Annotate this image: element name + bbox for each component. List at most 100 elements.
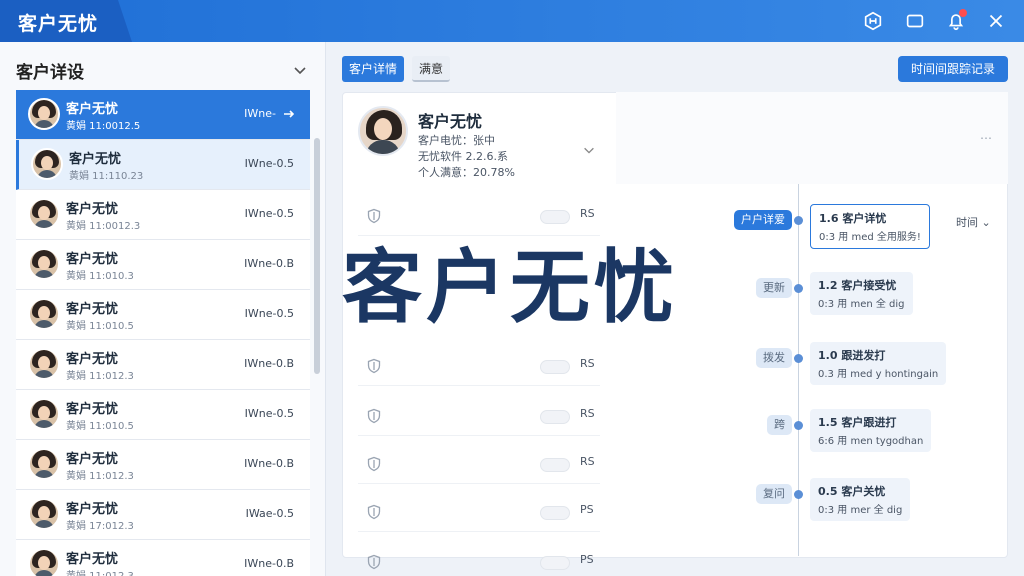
list-item-name: 客户无忧 [66, 202, 119, 217]
avatar [28, 398, 60, 430]
scrollbar[interactable] [314, 138, 320, 374]
hexagon-icon[interactable] [862, 10, 884, 32]
list-item-name: 客户无忧 [66, 452, 119, 467]
customer-avatar [358, 106, 408, 156]
list-item[interactable]: 客户无忧黄娟 11:012.3 IWne-0.B [16, 540, 310, 576]
list-item-sub: 黄娟 11:010.5 [66, 421, 134, 432]
timeline-card[interactable]: 1.6 客户详忧 0:3 用 med 全用服务! [810, 204, 930, 249]
list-item-meta: IWne-0.5 [244, 207, 294, 220]
timeline-card-sub: 0:3 用 mer 全 dig [818, 505, 903, 516]
toggle-switch[interactable] [540, 458, 570, 472]
list-item-meta: IWne-0.B [244, 257, 294, 270]
timeline-card-title: 1.5 客户跟进打 [818, 416, 897, 429]
toggle-label: RS [580, 455, 595, 468]
toggle-label: RS [580, 407, 595, 420]
timeline-card-sub: 0:3 用 med 全用服务! [819, 232, 921, 243]
timeline-tag[interactable]: 户户详爱 [734, 210, 792, 230]
avatar [28, 548, 60, 576]
list-item-meta: IWae-0.5 [245, 507, 294, 520]
list-item-sub: 黄娟 11:012.3 [66, 471, 134, 482]
list-item[interactable]: 客户无忧黄娟 11:012.3 IWne-0.B [16, 340, 310, 390]
timeline-card[interactable]: 1.5 客户跟进打 6:6 用 men tygodhan [810, 409, 932, 452]
timeline-card[interactable]: 0.5 客户关忧 0:3 用 mer 全 dig [810, 478, 911, 521]
toggle-label: PS [580, 553, 594, 566]
arrow-right-icon[interactable] [282, 106, 296, 120]
shield-icon [366, 554, 382, 570]
timeline-dot [794, 284, 803, 293]
list-item[interactable]: 客户无忧 黄娟 11:010.5 IWne-0.5 [16, 390, 310, 440]
timeline-card[interactable]: 1.2 客户接受忧 0:3 用 men 全 dig [810, 272, 913, 315]
card-header-band [616, 92, 1008, 184]
timeline-tag[interactable]: 更新 [756, 278, 792, 298]
timeline-card-sub: 6:6 用 men tygodhan [818, 436, 924, 447]
timeline-line [798, 184, 799, 556]
app-title: 客户无忧 [18, 13, 99, 35]
list-item[interactable]: 客户无忧 黄娟 11:010.5 IWne-0.5 [16, 290, 310, 340]
toggle-switch[interactable] [540, 506, 570, 520]
list-item-meta: IWne-0.5 [244, 157, 294, 170]
list-item[interactable]: 客户无忧 黄娟 11:010.3 IWne-0.B [16, 240, 310, 290]
toggle-switch[interactable] [540, 556, 570, 570]
timeline-dot [794, 421, 803, 430]
list-item-name: 客户无忧 [66, 352, 119, 367]
timeline-dot [794, 354, 803, 363]
time-sort-dropdown[interactable]: 时间 ⌄ [956, 214, 991, 230]
timeline-dot [794, 216, 803, 225]
list-item[interactable]: 客户无忧黄娟 11:012.3 IWne-0.B [16, 440, 310, 490]
notification-dot [959, 9, 967, 17]
list-item-sub: 黄娟 11:110.23 [69, 171, 144, 182]
list-item-meta: IWne-0.B [244, 357, 294, 370]
list-item[interactable]: 客户无忧 黄娟 17:012.3 IWae-0.5 [16, 490, 310, 540]
list-item-sub: 黄娟 11:010.5 [66, 321, 134, 332]
timeline-card-title: 1.2 客户接受忧 [818, 279, 897, 292]
list-item-meta: IWne- [244, 107, 276, 120]
shield-icon [366, 504, 382, 520]
timeline-card[interactable]: 1.0 跟进发打 0.3 用 med y hontingain [810, 342, 947, 385]
toggle-label: PS [580, 503, 594, 516]
list-item[interactable]: 客户无忧 黄娟 11:0012.3 IWne-0.5 [16, 190, 310, 240]
timeline-tag[interactable]: 拨发 [756, 348, 792, 368]
list-item-name: 客户无忧 [66, 302, 119, 317]
tab-satisfaction[interactable]: 满意 [412, 56, 451, 82]
security-row: RS [358, 196, 600, 236]
list-item[interactable]: 客户无忧黄娟 11:0012.5 IWne- [16, 90, 310, 140]
customer-software: 无忧软件 2.2.6.系 [418, 150, 508, 163]
bell-icon[interactable] [945, 9, 967, 32]
panel-title: 客户详设 [16, 63, 84, 83]
toggle-switch[interactable] [540, 410, 570, 424]
avatar [28, 348, 60, 380]
list-item-sub: 黄娟 11:010.3 [66, 271, 134, 282]
list-item-name: 客户无忧 [66, 502, 119, 517]
toggle-switch[interactable] [540, 210, 570, 224]
history-record-button[interactable]: 时间间跟踪记录 [898, 56, 1008, 82]
list-item-sub: 黄娟 11:0012.5 [66, 121, 141, 132]
security-row: RS [358, 396, 600, 436]
list-item[interactable]: 客户无忧黄娟 11:110.23 IWne-0.5 [16, 140, 310, 190]
close-icon[interactable] [985, 10, 1007, 32]
list-item-name: 客户无忧 [66, 102, 119, 117]
avatar [28, 248, 60, 280]
timeline-card-title: 0.5 客户关忧 [818, 485, 886, 498]
timeline-tag[interactable]: 复问 [756, 484, 792, 504]
security-row: PS [358, 542, 600, 576]
list-item-sub: 黄娟 11:012.3 [66, 371, 134, 382]
window-icon[interactable] [904, 10, 926, 32]
shield-icon [366, 408, 382, 424]
toggle-switch[interactable] [540, 360, 570, 374]
chevron-down-icon[interactable] [292, 62, 308, 78]
timeline-card-title: 1.0 跟进发打 [818, 349, 886, 362]
avatar [28, 498, 60, 530]
avatar [28, 98, 60, 130]
more-options[interactable]: … [980, 128, 993, 142]
timeline-card-sub: 0.3 用 med y hontingain [818, 369, 939, 380]
overlay-title: 客户无忧 [342, 241, 678, 334]
avatar [28, 198, 60, 230]
list-item-name: 客户无忧 [66, 552, 119, 567]
expand-chevron-icon[interactable] [582, 142, 596, 156]
security-row: RS [358, 346, 600, 386]
tab-customer-detail[interactable]: 客户详情 [342, 56, 405, 82]
timeline-tag[interactable]: 跨 [767, 415, 792, 435]
list-item-name: 客户无忧 [69, 152, 122, 167]
list-item-meta: IWne-0.B [244, 457, 294, 470]
customer-list-panel: 客户详设 客户无忧 黄娟 11:0012.5 IWne- 客户无忧 黄娟 11:110.… [0, 42, 326, 576]
